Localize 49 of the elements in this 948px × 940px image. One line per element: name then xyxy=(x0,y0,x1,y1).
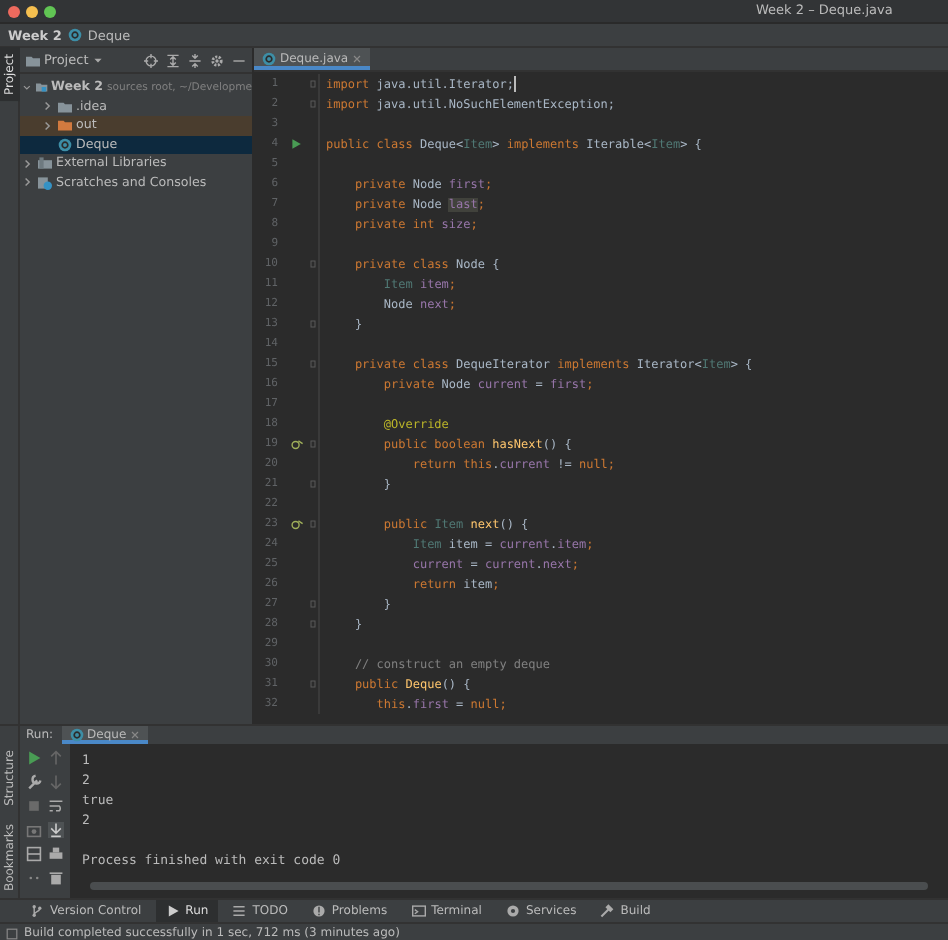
close-light[interactable] xyxy=(8,5,20,17)
fold-marker-icon[interactable] xyxy=(307,98,317,110)
fold-marker-icon[interactable] xyxy=(307,258,317,270)
run-icon[interactable] xyxy=(26,750,42,766)
module-folder-icon xyxy=(35,80,47,95)
stop-icon[interactable] xyxy=(26,798,42,814)
wrench-icon[interactable] xyxy=(26,774,42,790)
branch-icon xyxy=(30,904,44,918)
layout-icon[interactable] xyxy=(26,846,42,862)
fold-marker-icon[interactable] xyxy=(307,598,317,610)
scratch-icon xyxy=(38,175,52,190)
run-icon xyxy=(165,904,180,918)
class-icon xyxy=(262,52,276,66)
close-icon[interactable] xyxy=(130,730,141,740)
target-icon[interactable] xyxy=(144,53,158,67)
zoom-light[interactable] xyxy=(44,5,56,17)
list-icon xyxy=(232,904,247,918)
build-icon xyxy=(6,927,18,939)
override-icon[interactable] xyxy=(289,517,303,531)
class-icon xyxy=(58,137,72,152)
scrollbar[interactable] xyxy=(90,882,928,890)
caret-icon xyxy=(92,54,105,66)
expand-all-icon[interactable] xyxy=(166,53,180,67)
library-icon xyxy=(38,156,52,171)
down-arrow-icon[interactable] xyxy=(48,774,64,790)
chevron-down-icon[interactable] xyxy=(22,81,32,94)
fold-marker-icon[interactable] xyxy=(307,438,317,450)
minimize-light[interactable] xyxy=(26,5,38,17)
scroll-to-end-icon[interactable] xyxy=(48,822,64,838)
up-arrow-icon[interactable] xyxy=(48,750,64,766)
trash-icon[interactable] xyxy=(48,870,64,886)
fold-marker-icon[interactable] xyxy=(307,618,317,630)
run-icon[interactable] xyxy=(290,138,302,150)
camera-icon[interactable] xyxy=(26,822,42,838)
fold-marker-icon[interactable] xyxy=(307,518,317,530)
collapse-all-icon[interactable] xyxy=(188,53,202,67)
terminal-icon xyxy=(411,904,426,918)
fold-marker-icon[interactable] xyxy=(307,358,317,370)
soft-wrap-icon[interactable] xyxy=(48,798,64,814)
fold-marker-icon[interactable] xyxy=(307,478,317,490)
fold-marker-icon[interactable] xyxy=(307,318,317,330)
close-icon[interactable] xyxy=(352,54,363,64)
print-icon[interactable] xyxy=(48,846,64,862)
fold-marker-icon[interactable] xyxy=(307,78,317,90)
settings-icon[interactable] xyxy=(210,53,224,67)
folder-icon xyxy=(26,53,40,67)
hammer-icon xyxy=(600,904,615,918)
override-icon[interactable] xyxy=(289,437,303,451)
fold-marker-icon[interactable] xyxy=(307,678,317,690)
